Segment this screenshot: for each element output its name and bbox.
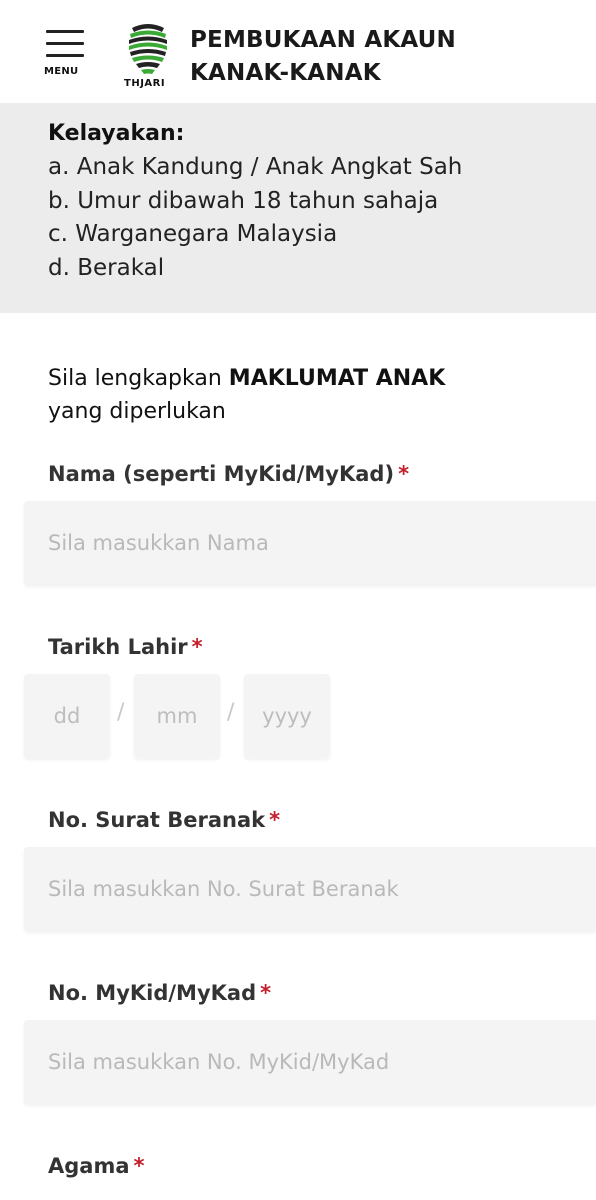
religion-label-text: Agama	[48, 1154, 130, 1178]
birth-cert-input[interactable]: Sila masukkan No. Surat Beranak	[24, 847, 596, 931]
logo-text: THJARI	[124, 78, 166, 89]
name-label-text: Nama (seperti MyKid/MyKad)	[48, 462, 395, 486]
eligibility-item: a. Anak Kandung / Anak Angkat Sah	[48, 154, 463, 180]
mykid-label: No. MyKid/MyKad *	[48, 981, 271, 1005]
hamburger-icon	[44, 30, 86, 57]
eligibility-item: d. Berakal	[48, 254, 165, 281]
mykid-label-text: No. MyKid/MyKad	[48, 981, 257, 1005]
required-mark: *	[398, 462, 410, 486]
eligibility-item: c. Warganegara Malaysia	[48, 221, 338, 247]
app-header: MENU THJARI PEMBUKAAN AKAUN KANAK-KANAK	[0, 0, 596, 103]
intro-suffix: yang diperlukan	[48, 399, 226, 424]
date-separator: /	[117, 700, 125, 725]
logo-stripes-icon	[129, 24, 167, 74]
intro-prefix: Sila lengkapkan	[48, 366, 229, 391]
eligibility-title: Kelayakan:	[48, 121, 185, 146]
thjari-logo[interactable]: THJARI	[118, 22, 178, 92]
date-separator: /	[227, 700, 235, 725]
form-intro: Sila lengkapkan MAKLUMAT ANAK yang diper…	[48, 362, 445, 428]
mykid-input[interactable]: Sila masukkan No. MyKid/MyKad	[24, 1020, 596, 1104]
name-placeholder: Sila masukkan Nama	[48, 531, 269, 555]
birth-cert-label-text: No. Surat Beranak	[48, 808, 266, 832]
dob-day-placeholder: dd	[53, 704, 81, 728]
menu-label: MENU	[44, 66, 79, 77]
required-mark: *	[269, 808, 281, 832]
page-title-line2: KANAK-KANAK	[190, 60, 381, 86]
page-title: PEMBUKAAN AKAUN KANAK-KANAK	[190, 24, 456, 90]
dob-label-text: Tarikh Lahir	[48, 635, 188, 659]
dob-year-placeholder: yyyy	[262, 704, 312, 728]
mykid-placeholder: Sila masukkan No. MyKid/MyKad	[48, 1050, 390, 1074]
eligibility-panel: Kelayakan: a. Anak Kandung / Anak Angkat…	[0, 103, 596, 313]
dob-month-input[interactable]: mm	[134, 674, 220, 758]
menu-button[interactable]: MENU	[44, 30, 86, 82]
required-mark: *	[260, 981, 272, 1005]
birth-cert-label: No. Surat Beranak *	[48, 808, 280, 832]
intro-emphasis: MAKLUMAT ANAK	[228, 366, 446, 391]
name-label: Nama (seperti MyKid/MyKad) *	[48, 462, 409, 486]
required-mark: *	[191, 635, 203, 659]
name-input[interactable]: Sila masukkan Nama	[24, 501, 596, 585]
page-title-line1: PEMBUKAAN AKAUN	[190, 27, 456, 53]
birth-cert-placeholder: Sila masukkan No. Surat Beranak	[48, 877, 399, 901]
dob-year-input[interactable]: yyyy	[244, 674, 330, 758]
required-mark: *	[133, 1154, 145, 1178]
eligibility-item: b. Umur dibawah 18 tahun sahaja	[48, 187, 439, 214]
dob-day-input[interactable]: dd	[24, 674, 110, 758]
dob-month-placeholder: mm	[156, 704, 198, 728]
dob-label: Tarikh Lahir *	[48, 635, 203, 659]
religion-label: Agama *	[48, 1154, 145, 1178]
